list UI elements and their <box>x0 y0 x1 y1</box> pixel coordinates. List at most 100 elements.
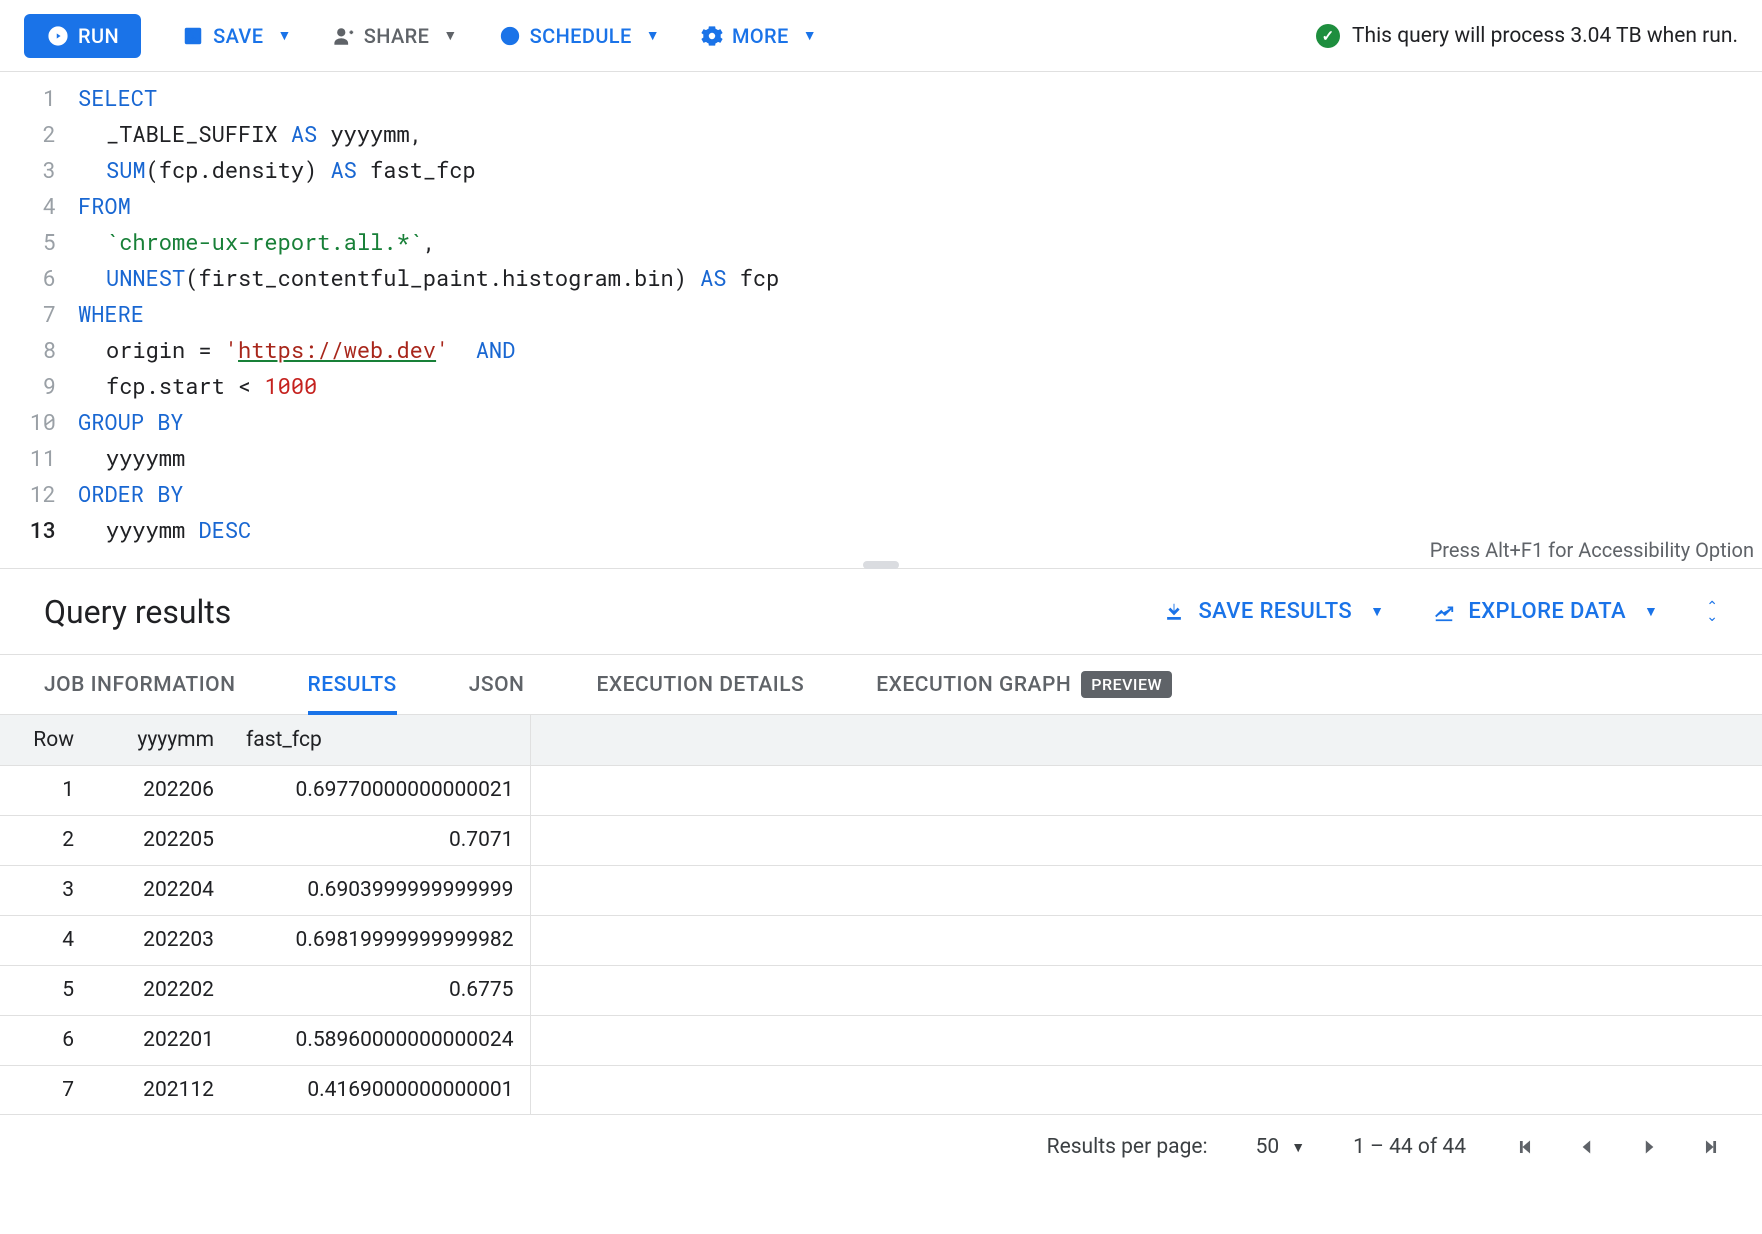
save-results-label: SAVE RESULTS <box>1198 599 1352 624</box>
table-row[interactable]: 52022020.6775 <box>0 965 1762 1015</box>
save-icon <box>181 24 205 48</box>
tab-json[interactable]: JSON <box>469 655 525 714</box>
run-label: RUN <box>78 24 119 48</box>
page-size-value: 50 <box>1256 1135 1280 1159</box>
chevron-down-icon: ▼ <box>646 27 660 44</box>
code-line[interactable]: 4FROM <box>0 188 1762 224</box>
more-label: MORE <box>732 24 789 48</box>
resize-handle[interactable] <box>863 561 899 569</box>
results-table-wrap[interactable]: Row yyyymm fast_fcp 12022060.69770000000… <box>0 715 1762 1115</box>
code-line[interactable]: 1SELECT <box>0 80 1762 116</box>
code-content: SELECT <box>78 80 157 116</box>
tab-execution-graph-label: EXECUTION GRAPH <box>876 673 1071 697</box>
cell-yyyymm: 202203 <box>90 915 230 965</box>
chevron-down-icon: ⌄ <box>1706 612 1718 622</box>
code-content: GROUP BY <box>78 404 184 440</box>
cell-row: 5 <box>0 965 90 1015</box>
cell-row: 4 <box>0 915 90 965</box>
chevron-down-icon: ▼ <box>1644 603 1658 620</box>
gear-icon <box>700 24 724 48</box>
results-table: Row yyyymm fast_fcp 12022060.69770000000… <box>0 715 1762 1115</box>
code-content: SUM(fcp.density) AS fast_fcp <box>78 152 476 188</box>
code-line[interactable]: 12ORDER BY <box>0 476 1762 512</box>
code-line[interactable]: 7WHERE <box>0 296 1762 332</box>
col-yyyymm[interactable]: yyyymm <box>90 715 230 765</box>
cell-fast-fcp: 0.6903999999999999 <box>230 865 530 915</box>
code-line[interactable]: 2_TABLE_SUFFIX AS yyyymm, <box>0 116 1762 152</box>
page-size-select[interactable]: 50 ▼ <box>1256 1135 1305 1159</box>
col-row[interactable]: Row <box>0 715 90 765</box>
sql-editor[interactable]: 1SELECT2_TABLE_SUFFIX AS yyyymm,3SUM(fcp… <box>0 72 1762 569</box>
chevron-down-icon: ▼ <box>443 27 457 44</box>
cell-spacer <box>530 965 1762 1015</box>
tab-results[interactable]: RESULTS <box>308 655 397 714</box>
cell-spacer <box>530 815 1762 865</box>
code-content: FROM <box>78 188 131 224</box>
tab-execution-details[interactable]: EXECUTION DETAILS <box>596 655 804 714</box>
code-content: _TABLE_SUFFIX AS yyyymm, <box>78 116 423 152</box>
code-line[interactable]: 10GROUP BY <box>0 404 1762 440</box>
last-page-button[interactable] <box>1700 1136 1722 1158</box>
more-button[interactable]: MORE ▼ <box>700 24 817 48</box>
chevron-down-icon: ▼ <box>1291 1139 1305 1156</box>
save-results-button[interactable]: SAVE RESULTS ▼ <box>1162 599 1384 624</box>
a11y-hint: Press Alt+F1 for Accessibility Option <box>1430 538 1754 562</box>
code-line[interactable]: 5`chrome-ux-report.all.*`, <box>0 224 1762 260</box>
table-header-row: Row yyyymm fast_fcp <box>0 715 1762 765</box>
code-line[interactable]: 8origin = 'https://web.dev' AND <box>0 332 1762 368</box>
cell-fast-fcp: 0.69770000000000021 <box>230 765 530 815</box>
code-content: ORDER BY <box>78 476 184 512</box>
explore-data-button[interactable]: EXPLORE DATA ▼ <box>1432 599 1658 624</box>
line-number: 11 <box>0 440 78 476</box>
line-number: 4 <box>0 188 78 224</box>
cell-yyyymm: 202205 <box>90 815 230 865</box>
code-content: UNNEST(first_contentful_paint.histogram.… <box>78 260 779 296</box>
table-row[interactable]: 42022030.69819999999999982 <box>0 915 1762 965</box>
line-number: 7 <box>0 296 78 332</box>
code-content: `chrome-ux-report.all.*`, <box>78 224 436 260</box>
line-number: 5 <box>0 224 78 260</box>
cell-row: 6 <box>0 1015 90 1065</box>
cell-row: 3 <box>0 865 90 915</box>
run-button[interactable]: RUN <box>24 14 141 58</box>
code-line[interactable]: 6UNNEST(first_contentful_paint.histogram… <box>0 260 1762 296</box>
code-line[interactable]: 9fcp.start < 1000 <box>0 368 1762 404</box>
next-page-button[interactable] <box>1638 1136 1660 1158</box>
page-range: 1 – 44 of 44 <box>1353 1135 1466 1159</box>
line-number: 2 <box>0 116 78 152</box>
expand-toggle[interactable]: ⌃ ⌄ <box>1706 602 1718 622</box>
code-line[interactable]: 3SUM(fcp.density) AS fast_fcp <box>0 152 1762 188</box>
chevron-down-icon: ▼ <box>1370 603 1384 620</box>
query-status: ✓ This query will process 3.04 TB when r… <box>1316 24 1738 48</box>
table-row[interactable]: 72021120.4169000000000001 <box>0 1065 1762 1115</box>
table-row[interactable]: 62022010.58960000000000024 <box>0 1015 1762 1065</box>
cell-row: 2 <box>0 815 90 865</box>
line-number: 10 <box>0 404 78 440</box>
line-number: 3 <box>0 152 78 188</box>
chart-icon <box>1432 600 1456 624</box>
schedule-button[interactable]: SCHEDULE ▼ <box>498 24 660 48</box>
line-number: 9 <box>0 368 78 404</box>
line-number: 12 <box>0 476 78 512</box>
check-icon: ✓ <box>1316 24 1340 48</box>
prev-page-button[interactable] <box>1576 1136 1598 1158</box>
share-button[interactable]: SHARE ▼ <box>332 24 458 48</box>
page-size-label: Results per page: <box>1047 1135 1208 1159</box>
table-row[interactable]: 32022040.6903999999999999 <box>0 865 1762 915</box>
table-row[interactable]: 12022060.69770000000000021 <box>0 765 1762 815</box>
first-page-button[interactable] <box>1514 1136 1536 1158</box>
cell-fast-fcp: 0.58960000000000024 <box>230 1015 530 1065</box>
share-icon <box>332 24 356 48</box>
results-tabs: JOB INFORMATION RESULTS JSON EXECUTION D… <box>0 655 1762 715</box>
tab-execution-graph[interactable]: EXECUTION GRAPH PREVIEW <box>876 655 1172 714</box>
table-row[interactable]: 22022050.7071 <box>0 815 1762 865</box>
query-toolbar: RUN SAVE ▼ SHARE ▼ SCHEDULE ▼ MORE ▼ ✓ T… <box>0 0 1762 72</box>
share-label: SHARE <box>364 24 430 48</box>
chevron-down-icon: ▼ <box>277 27 291 44</box>
chevron-down-icon: ▼ <box>803 27 817 44</box>
col-fast-fcp[interactable]: fast_fcp <box>230 715 530 765</box>
tab-job-information[interactable]: JOB INFORMATION <box>44 655 236 714</box>
code-line[interactable]: 11yyyymm <box>0 440 1762 476</box>
save-button[interactable]: SAVE ▼ <box>181 24 292 48</box>
cell-spacer <box>530 915 1762 965</box>
